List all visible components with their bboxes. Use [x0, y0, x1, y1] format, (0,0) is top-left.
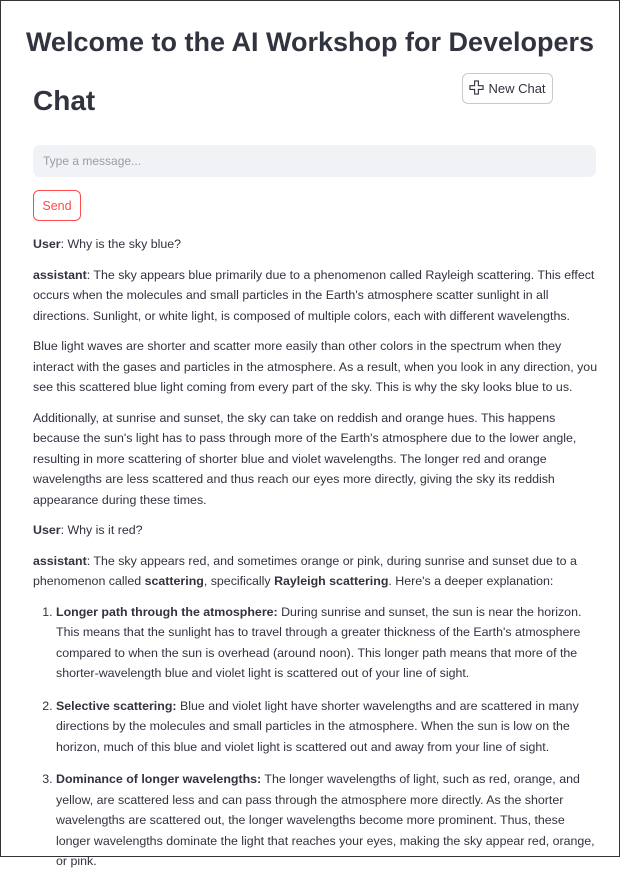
new-chat-button[interactable]: New Chat — [462, 73, 553, 104]
message-paragraph: Additionally, at sunrise and sunset, the… — [33, 410, 577, 507]
list-item: Dominance of longer wavelengths: The lon… — [56, 769, 599, 872]
message-input[interactable] — [33, 145, 596, 177]
message-text: : Why is the sky blue? — [60, 237, 182, 251]
chat-message: User: Why is the sky blue? — [33, 234, 599, 255]
list-item: Selective scattering: Blue and violet li… — [56, 696, 599, 758]
chat-message: assistant: The sky appears blue primaril… — [33, 265, 599, 327]
list-item: Longer path through the atmosphere: Duri… — [56, 602, 599, 684]
message-role: User — [33, 237, 61, 251]
list-item-title: Longer path through the atmosphere: — [56, 604, 278, 619]
send-button[interactable]: Send — [33, 190, 81, 221]
message-text: , specifically — [203, 574, 275, 588]
explanation-list: Longer path through the atmosphere: Duri… — [33, 602, 599, 872]
chat-message: assistant: The sky appears red, and some… — [33, 551, 599, 592]
new-chat-label: New Chat — [488, 81, 546, 96]
message-role: assistant — [33, 553, 87, 568]
chat-message: User: Why is it red? — [33, 520, 599, 541]
message-role: User — [33, 523, 61, 537]
emphasis-text: scattering — [144, 574, 204, 588]
message-text: . Here's a deeper explanation: — [388, 574, 554, 588]
message-text: : Why is it red? — [60, 523, 143, 537]
list-item-text: The longer wavelengths of light, such as… — [56, 772, 595, 868]
chat-heading: Chat — [33, 85, 96, 116]
chat-history: User: Why is the sky blue? assistant: Th… — [33, 234, 599, 884]
emphasis-text: Rayleigh scattering — [274, 574, 389, 588]
list-item-title: Selective scattering: — [56, 698, 177, 713]
message-role: assistant — [33, 267, 87, 282]
plus-icon — [469, 79, 485, 98]
page-title: Welcome to the AI Workshop for Developer… — [25, 27, 595, 57]
message-text: : The sky appears blue primarily due to … — [33, 267, 595, 323]
message-paragraph: Blue light waves are shorter and scatter… — [33, 339, 598, 394]
list-item-title: Dominance of longer wavelengths: — [56, 772, 262, 786]
